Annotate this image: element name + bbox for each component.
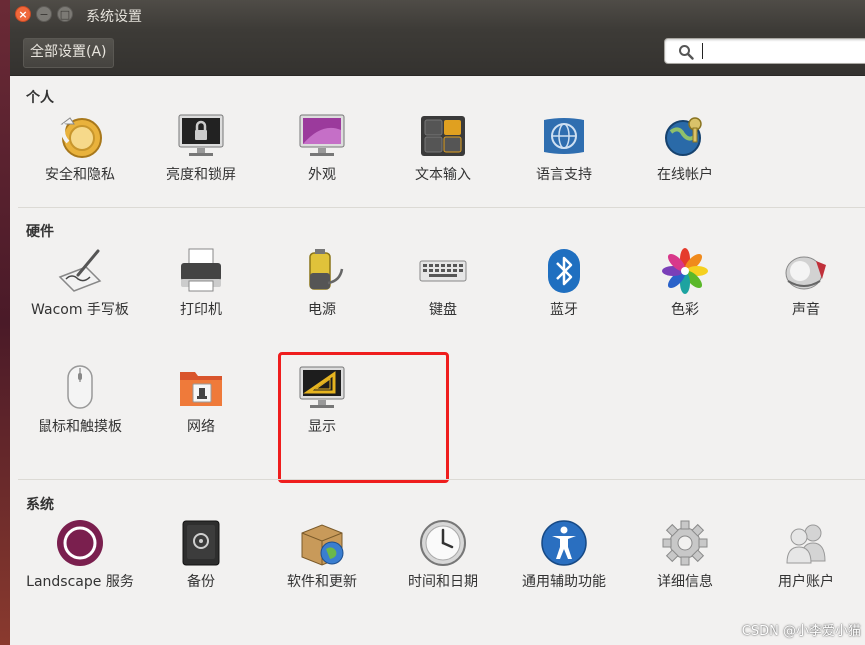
section-divider (18, 207, 865, 208)
online-accounts-icon (665, 117, 702, 156)
power-icon (309, 249, 344, 290)
settings-item-details[interactable]: 详细信息 (629, 519, 741, 619)
settings-item-language-support[interactable]: 语言支持 (508, 112, 620, 212)
search-input[interactable] (664, 38, 865, 64)
all-settings-button[interactable]: 全部设置(A) (23, 38, 114, 68)
watermark: CSDN @小李爱小猫 (741, 624, 861, 639)
settings-window: × − □ 系统设置 全部设置(A) 个人 安全和隐私 亮度和锁屏 外观 文本输… (10, 0, 865, 645)
settings-item-label: 色彩 (671, 302, 699, 318)
backup-icon (182, 520, 220, 566)
settings-item-label: 文本输入 (415, 167, 471, 183)
settings-item-label: 通用辅助功能 (522, 574, 606, 590)
mouse-touchpad-icon (67, 365, 93, 409)
settings-item-label: 外观 (308, 167, 336, 183)
text-entry-icon (421, 116, 465, 156)
settings-item-software-updates[interactable]: 软件和更新 (266, 519, 378, 619)
printer-icon (181, 248, 221, 292)
window-title: 系统设置 (86, 9, 142, 25)
settings-item-network[interactable]: 网络 (145, 364, 257, 464)
time-date-icon (420, 520, 466, 566)
settings-item-label: 蓝牙 (550, 302, 578, 318)
settings-content: 个人 安全和隐私 亮度和锁屏 外观 文本输入 语言支持 在线帐户 硬件 Waco… (10, 76, 865, 645)
settings-item-label: 网络 (187, 419, 215, 435)
settings-item-backup[interactable]: 备份 (145, 519, 257, 619)
settings-item-wacom-tablet[interactable]: Wacom 手写板 (24, 247, 136, 347)
maximize-window-button[interactable]: □ (57, 6, 73, 22)
settings-item-label: 用户账户 (778, 574, 834, 590)
settings-item-label: 电源 (308, 302, 336, 318)
settings-item-appearance[interactable]: 外观 (266, 112, 378, 212)
settings-item-sound[interactable]: 声音 (750, 247, 862, 347)
language-support-icon (544, 118, 584, 154)
network-icon (180, 372, 222, 406)
settings-item-label: 声音 (792, 302, 820, 318)
toolbar: 全部设置(A) (10, 30, 865, 76)
settings-item-label: 备份 (187, 574, 215, 590)
section-divider (18, 479, 865, 480)
settings-item-label: 语言支持 (536, 167, 592, 183)
settings-item-label: 打印机 (180, 302, 222, 318)
section-title-personal: 个人 (26, 90, 54, 106)
search-icon (679, 45, 694, 60)
title-bar[interactable]: × − □ 系统设置 (10, 0, 865, 30)
section-title-system: 系统 (26, 497, 54, 513)
details-icon (662, 520, 708, 566)
color-icon (662, 248, 708, 294)
settings-item-label: Landscape 服务 (26, 574, 134, 590)
settings-item-universal-access[interactable]: 通用辅助功能 (508, 519, 620, 619)
text-caret (702, 43, 703, 59)
settings-item-security-privacy[interactable]: 安全和隐私 (24, 112, 136, 212)
sound-icon (785, 256, 826, 290)
settings-item-landscape[interactable]: Landscape 服务 (24, 519, 136, 619)
wacom-tablet-icon (58, 249, 102, 292)
settings-item-label: 软件和更新 (287, 574, 357, 590)
settings-item-label: 安全和隐私 (45, 167, 115, 183)
minimize-window-button[interactable]: − (36, 6, 52, 22)
settings-item-time-date[interactable]: 时间和日期 (387, 519, 499, 619)
settings-item-power[interactable]: 电源 (266, 247, 378, 347)
landscape-icon (57, 520, 103, 566)
security-privacy-icon (60, 117, 102, 158)
settings-item-mouse-touchpad[interactable]: 鼠标和触摸板 (24, 364, 136, 464)
software-updates-icon (301, 524, 344, 566)
keyboard-icon (419, 260, 467, 282)
user-accounts-icon (786, 524, 826, 564)
settings-item-user-accounts[interactable]: 用户账户 (750, 519, 862, 619)
appearance-icon (299, 114, 345, 156)
settings-item-label: 亮度和锁屏 (166, 167, 236, 183)
settings-item-brightness-lock[interactable]: 亮度和锁屏 (145, 112, 257, 212)
settings-item-keyboard[interactable]: 键盘 (387, 247, 499, 347)
universal-access-icon (541, 520, 587, 566)
settings-item-label: 时间和日期 (408, 574, 478, 590)
settings-item-text-entry[interactable]: 文本输入 (387, 112, 499, 212)
close-window-button[interactable]: × (15, 6, 31, 22)
settings-item-printer[interactable]: 打印机 (145, 247, 257, 347)
settings-item-color[interactable]: 色彩 (629, 247, 741, 347)
settings-item-bluetooth[interactable]: 蓝牙 (508, 247, 620, 347)
settings-item-online-accounts[interactable]: 在线帐户 (629, 112, 741, 212)
settings-item-label: Wacom 手写板 (31, 302, 129, 318)
bluetooth-icon (548, 249, 580, 293)
section-title-hardware: 硬件 (26, 224, 54, 240)
settings-item-label: 详细信息 (657, 574, 713, 590)
settings-item-label: 鼠标和触摸板 (38, 419, 122, 435)
settings-item-label: 键盘 (429, 302, 457, 318)
highlight-annotation (278, 352, 449, 483)
settings-item-label: 在线帐户 (657, 167, 713, 183)
brightness-lock-icon (178, 114, 224, 156)
